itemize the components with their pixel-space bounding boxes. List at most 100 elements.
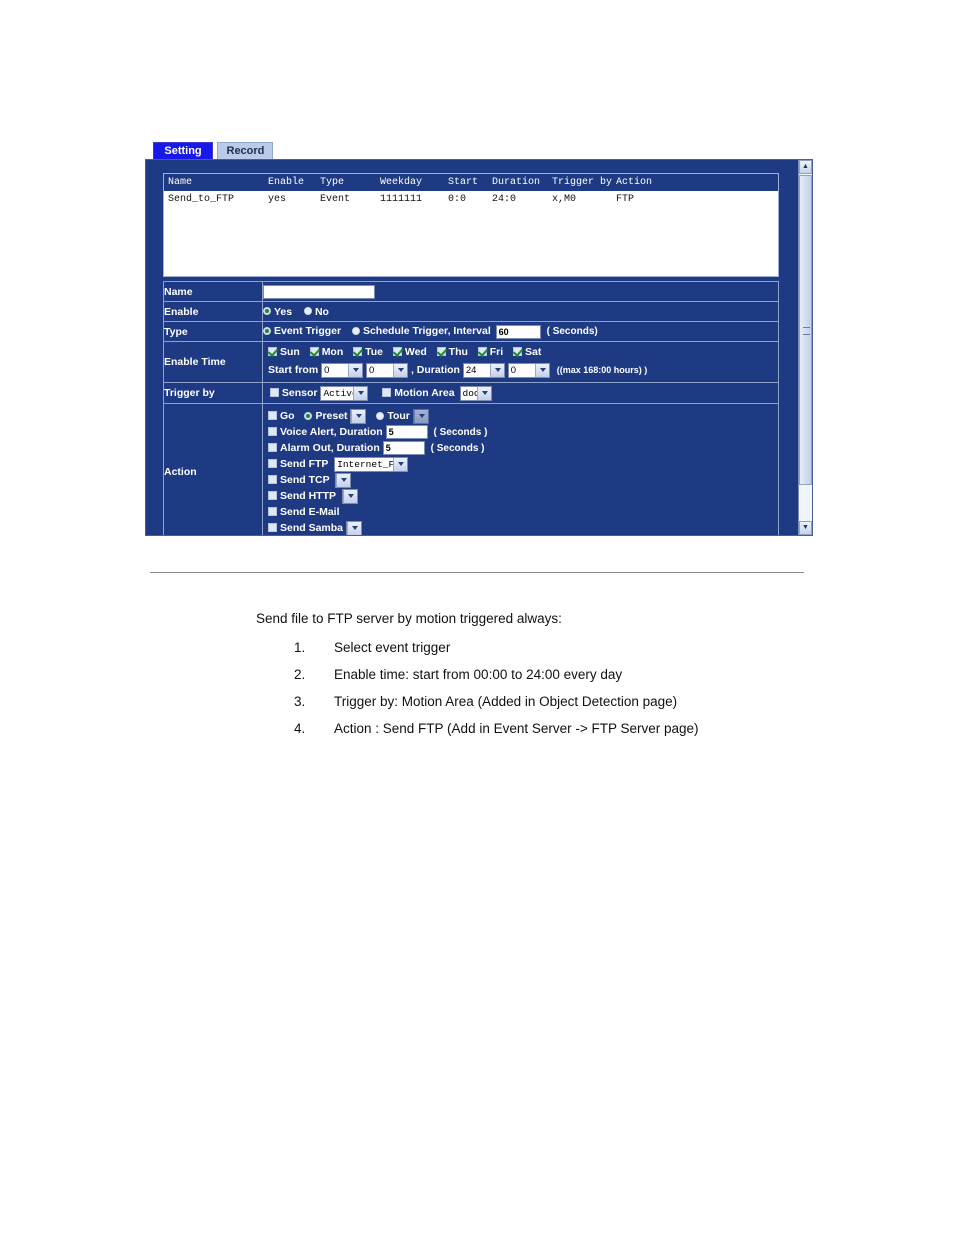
- form-row-enable: Enable Yes No: [163, 301, 779, 322]
- start-minute-select[interactable]: 0: [366, 362, 409, 378]
- start-hour-value: 0: [324, 364, 330, 376]
- alarm-out-label: Alarm Out, Duration: [280, 442, 380, 454]
- tab-setting[interactable]: Setting: [153, 142, 213, 159]
- voice-alert-duration-input[interactable]: 5: [385, 425, 428, 440]
- chevron-down-icon: [494, 367, 501, 372]
- send-samba-checkbox[interactable]: [268, 523, 277, 533]
- interval-input[interactable]: 60: [495, 324, 541, 339]
- send-samba-select[interactable]: [345, 520, 362, 535]
- form-row-type: Type Event Trigger Schedule Trigger, Int…: [163, 321, 779, 342]
- send-ftp-label: Send FTP: [280, 458, 329, 470]
- field-name: [262, 281, 779, 302]
- send-samba-label: Send Samba: [280, 522, 344, 534]
- weekday-sat-label: Sat: [525, 346, 542, 358]
- instructions-steps: 1. Select event trigger 2. Enable time: …: [256, 634, 876, 742]
- send-tcp-checkbox[interactable]: [268, 475, 277, 485]
- field-enable-time: Sun Mon Tue Wed Thu Fri Sat Start from 0…: [262, 341, 779, 383]
- label-name: Name: [163, 281, 263, 302]
- form-row-enable-time: Enable Time Sun Mon Tue Wed Thu Fri Sat …: [163, 341, 779, 383]
- alarm-out-duration-input[interactable]: 5: [382, 441, 425, 456]
- preset-label: Preset: [315, 410, 348, 422]
- start-minute-value: 0: [369, 364, 375, 376]
- chevron-down-icon: [356, 413, 363, 418]
- send-email-checkbox[interactable]: [268, 507, 277, 517]
- action-send-http-row: Send HTTP: [263, 488, 778, 504]
- action-voice-alert-row: Voice Alert, Duration 5 ( Seconds ): [263, 424, 778, 440]
- sensor-value: Active: [323, 387, 358, 399]
- send-tcp-select[interactable]: [335, 472, 352, 488]
- col-trigger-by: Trigger by: [552, 174, 616, 191]
- cell-trigger-by: x,M0: [552, 191, 616, 207]
- instructions-block: Send file to FTP server by motion trigge…: [256, 605, 876, 742]
- step-number: 3.: [294, 694, 306, 709]
- weekday-wed-checkbox[interactable]: [392, 347, 402, 357]
- scrollbar-thumb[interactable]: [799, 175, 812, 485]
- voice-alert-checkbox[interactable]: [268, 427, 277, 437]
- step-text: Action : Send FTP (Add in Event Server -…: [334, 721, 699, 736]
- horizontal-divider: [150, 572, 804, 573]
- weekday-thu-label: Thu: [448, 346, 468, 358]
- go-checkbox[interactable]: [268, 411, 277, 421]
- label-trigger-by: Trigger by: [163, 382, 263, 404]
- weekday-tue-checkbox[interactable]: [353, 347, 363, 357]
- field-trigger-by: Sensor Active Motion Area door1: [262, 382, 779, 404]
- alarm-out-checkbox[interactable]: [268, 443, 277, 453]
- event-trigger-radio[interactable]: [263, 327, 271, 335]
- enable-no-label: No: [314, 305, 329, 318]
- sensor-label: Sensor: [281, 386, 318, 399]
- name-input[interactable]: [263, 284, 375, 299]
- scroll-up-icon[interactable]: ▲: [799, 160, 812, 174]
- instructions-intro: Send file to FTP server by motion trigge…: [256, 611, 562, 626]
- col-name: Name: [164, 174, 268, 191]
- sensor-select[interactable]: Active: [320, 385, 369, 401]
- go-label: Go: [280, 410, 295, 422]
- field-type: Event Trigger Schedule Trigger, Interval…: [262, 321, 779, 342]
- motion-area-checkbox[interactable]: [382, 388, 392, 397]
- step-number: 4.: [294, 721, 306, 736]
- tab-record[interactable]: Record: [217, 142, 274, 159]
- col-duration: Duration: [492, 174, 552, 191]
- start-hour-select[interactable]: 0: [321, 362, 364, 378]
- weekday-mon-checkbox[interactable]: [309, 347, 319, 357]
- weekday-fri-checkbox[interactable]: [477, 347, 487, 357]
- start-from-label: Start from: [268, 364, 319, 376]
- list-item: 2. Enable time: start from 00:00 to 24:0…: [256, 661, 876, 688]
- motion-area-select[interactable]: door1: [459, 385, 492, 401]
- send-http-label: Send HTTP: [280, 490, 336, 502]
- duration-minute-select[interactable]: 0: [507, 362, 550, 378]
- send-http-select[interactable]: [341, 488, 358, 504]
- weekday-sat-checkbox[interactable]: [513, 347, 523, 357]
- chevron-down-icon: [398, 367, 405, 372]
- cell-name: Send_to_FTP: [164, 191, 268, 207]
- tour-select[interactable]: [412, 408, 429, 424]
- action-send-samba-row: Send Samba: [263, 520, 778, 535]
- event-list[interactable]: Name Enable Type Weekday Start Duration …: [163, 173, 779, 277]
- step-text: Select event trigger: [334, 640, 451, 655]
- preset-select[interactable]: [350, 408, 367, 424]
- weekday-fri-label: Fri: [489, 346, 504, 358]
- duration-hour-select[interactable]: 24: [462, 362, 505, 378]
- tab-bar: Setting Record: [153, 142, 813, 160]
- schedule-trigger-radio[interactable]: [351, 327, 360, 335]
- table-row[interactable]: Send_to_FTP yes Event 1111111 0:0 24:0 x…: [164, 191, 778, 207]
- enable-yes-radio[interactable]: [263, 307, 271, 316]
- send-http-checkbox[interactable]: [268, 491, 277, 501]
- enable-no-radio[interactable]: [303, 307, 312, 316]
- chevron-down-icon: [351, 525, 358, 530]
- weekday-sun-checkbox[interactable]: [268, 347, 277, 357]
- sensor-checkbox[interactable]: [269, 388, 279, 397]
- col-type: Type: [320, 174, 380, 191]
- step-text: Trigger by: Motion Area (Added in Object…: [334, 694, 678, 709]
- tour-radio[interactable]: [376, 411, 385, 420]
- vertical-scrollbar[interactable]: ▲ ▼: [798, 160, 812, 535]
- cell-start: 0:0: [448, 191, 492, 207]
- scroll-down-icon[interactable]: ▼: [799, 521, 812, 535]
- form-row-name: Name: [163, 281, 779, 302]
- weekday-thu-checkbox[interactable]: [436, 347, 446, 357]
- action-send-tcp-row: Send TCP: [263, 472, 778, 488]
- alarm-out-seconds-label: ( Seconds ): [430, 443, 485, 454]
- send-ftp-select[interactable]: Internet_FTP: [334, 456, 409, 472]
- preset-radio[interactable]: [304, 411, 313, 420]
- table-header-row: Name Enable Type Weekday Start Duration …: [164, 174, 778, 191]
- send-ftp-checkbox[interactable]: [268, 459, 277, 469]
